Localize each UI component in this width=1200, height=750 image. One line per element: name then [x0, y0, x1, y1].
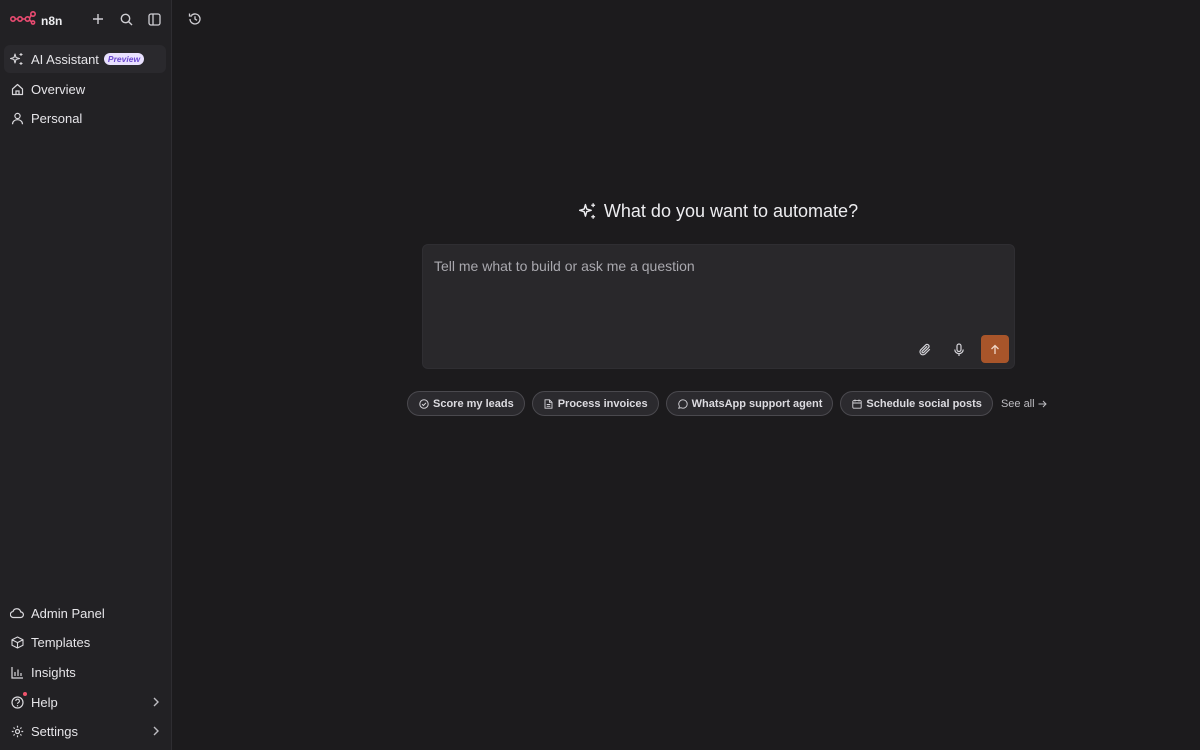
- chevron-right-icon: [152, 724, 160, 742]
- see-all-link[interactable]: See all: [1001, 398, 1047, 410]
- cloud-icon: [10, 606, 24, 620]
- n8n-logo-icon: [9, 10, 36, 30]
- user-icon: [10, 111, 24, 125]
- headline-text: What do you want to automate?: [603, 200, 859, 221]
- chat-bubble-icon: [677, 398, 688, 409]
- send-button[interactable]: [981, 335, 1009, 363]
- history-icon[interactable]: [186, 10, 204, 28]
- sidebar-item-label: AI Assistant: [31, 51, 99, 67]
- sparkles-icon: [10, 52, 24, 66]
- sidebar-item-insights[interactable]: Insights: [4, 658, 166, 686]
- sidebar-item-templates[interactable]: Templates: [4, 628, 166, 656]
- search-icon[interactable]: [117, 10, 135, 28]
- sidebar: n8n AI Assistant Preview Overview Person…: [0, 0, 172, 750]
- preview-badge: Preview: [103, 53, 145, 65]
- sidebar-item-settings[interactable]: Settings: [4, 717, 166, 745]
- sidebar-item-overview[interactable]: Overview: [4, 75, 166, 103]
- suggestion-chips: Score my leads Process invoices WhatsApp…: [407, 391, 1047, 416]
- sidebar-item-label: Insights: [31, 664, 76, 680]
- sidebar-item-admin-panel[interactable]: Admin Panel: [4, 599, 166, 627]
- sparkles-icon: [578, 202, 597, 220]
- box-icon: [10, 635, 24, 649]
- paperclip-icon[interactable]: [916, 341, 934, 359]
- sidebar-item-label: Personal: [31, 110, 83, 126]
- suggestion-chip-score-leads[interactable]: Score my leads: [407, 391, 525, 416]
- calendar-icon: [852, 399, 863, 409]
- sidebar-item-label: Settings: [31, 723, 78, 739]
- sidebar-item-personal[interactable]: Personal: [4, 104, 166, 132]
- chip-label: Process invoices: [557, 397, 648, 410]
- logo-text: n8n: [41, 13, 63, 28]
- chip-label: Score my leads: [433, 397, 514, 410]
- arrow-right-icon: [1038, 400, 1047, 408]
- logo[interactable]: n8n: [9, 10, 63, 30]
- chip-label: WhatsApp support agent: [691, 397, 823, 410]
- arrow-up-icon: [990, 344, 1000, 355]
- sidebar-item-label: Overview: [31, 81, 86, 97]
- bar-chart-icon: [10, 665, 24, 679]
- plus-icon[interactable]: [89, 10, 107, 28]
- suggestion-chip-process-invoices[interactable]: Process invoices: [531, 391, 659, 416]
- microphone-icon[interactable]: [950, 341, 968, 359]
- file-icon: [544, 398, 554, 409]
- sidebar-item-label: Admin Panel: [31, 605, 105, 621]
- notification-dot: [23, 692, 27, 696]
- check-circle-icon: [419, 398, 429, 409]
- sidebar-item-ai-assistant[interactable]: AI Assistant Preview: [4, 45, 166, 73]
- help-circle-icon: [10, 692, 27, 709]
- page-title: What do you want to automate?: [422, 198, 1015, 224]
- sidebar-item-label: Templates: [31, 634, 91, 650]
- chevron-right-icon: [152, 695, 160, 713]
- suggestion-chip-whatsapp-agent[interactable]: WhatsApp support agent: [665, 391, 834, 416]
- sidebar-item-label: Help: [31, 694, 58, 710]
- prompt-input[interactable]: [434, 258, 994, 328]
- home-icon: [10, 82, 24, 96]
- prompt-box: [422, 244, 1015, 369]
- sidebar-header: n8n: [0, 0, 172, 38]
- sidebar-toggle-icon[interactable]: [145, 10, 163, 28]
- sidebar-item-help[interactable]: Help: [4, 688, 166, 716]
- see-all-label: See all: [1000, 397, 1035, 410]
- gear-icon: [10, 724, 24, 738]
- suggestion-chip-schedule-posts[interactable]: Schedule social posts: [840, 391, 993, 416]
- chip-label: Schedule social posts: [866, 397, 982, 410]
